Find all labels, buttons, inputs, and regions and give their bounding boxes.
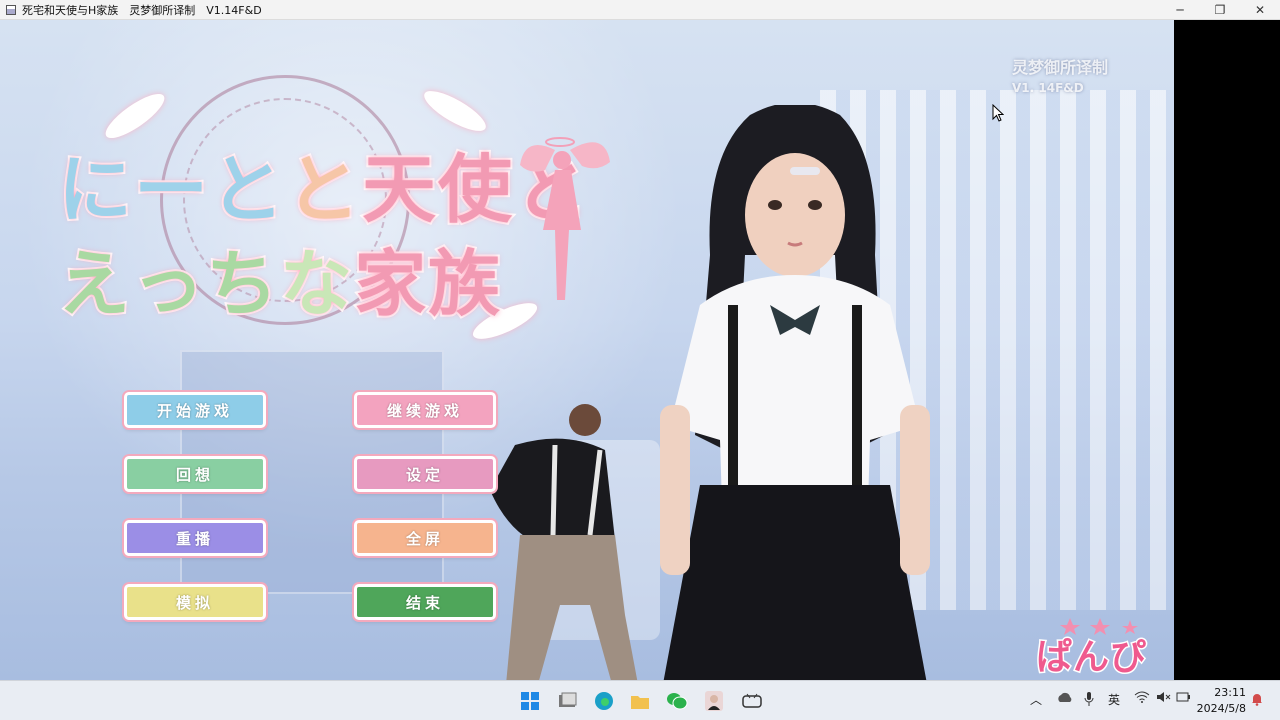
input-method-indicator[interactable]: 英: [1108, 691, 1120, 708]
folder-icon[interactable]: [628, 689, 652, 713]
clock-date: 2024/5/8: [1196, 702, 1246, 715]
window-titlebar: 死宅和天使与H家族 灵梦御所译制 V1.14F&D ─ ❐ ✕: [0, 0, 1280, 20]
game-window-icon[interactable]: [740, 689, 764, 713]
game-screen[interactable]: にーとと天使と えっちな家族 灵梦御所译制 V1. 14F&D: [0, 20, 1174, 680]
logo-char: ち: [204, 240, 281, 328]
wifi-icon[interactable]: [1134, 691, 1150, 706]
exit-button[interactable]: 结束: [354, 584, 496, 620]
window-controls: ─ ❐ ✕: [1160, 0, 1280, 20]
logo-char: 天使: [360, 145, 514, 235]
notification-bell-icon[interactable]: [1250, 692, 1264, 709]
app-icon: [6, 4, 16, 15]
settings-button[interactable]: 设定: [354, 456, 496, 492]
window-title: 死宅和天使与H家族 灵梦御所译制 V1.14F&D: [22, 3, 262, 17]
onedrive-cloud-icon[interactable]: [1056, 691, 1072, 706]
heroine-character: [660, 105, 930, 680]
taskbar-clock[interactable]: 23:11 2024/5/8: [1197, 685, 1246, 717]
translator-watermark: 灵梦御所译制 V1. 14F&D: [1012, 58, 1108, 98]
logo-char: と: [284, 145, 362, 235]
start-game-button[interactable]: 开始游戏: [124, 392, 266, 428]
logo-char: 家族: [352, 240, 503, 328]
version-label: V1. 14F&D: [1012, 81, 1084, 95]
close-button[interactable]: ✕: [1240, 0, 1280, 20]
recall-button[interactable]: 回想: [124, 456, 266, 492]
fullscreen-button[interactable]: 全屏: [354, 520, 496, 556]
developer-logo-text: ぱんぴ: [1034, 636, 1148, 680]
edge-browser-icon[interactable]: [592, 689, 616, 713]
logo-line-2: えっちな家族: [56, 225, 503, 330]
logo-char: ー: [132, 145, 210, 235]
logo-char: に: [56, 145, 134, 235]
minimize-button[interactable]: ─: [1160, 0, 1200, 20]
developer-logo: ぱんぴ: [1030, 616, 1158, 680]
file-explorer-icon[interactable]: [556, 689, 580, 713]
maximize-button[interactable]: ❐: [1200, 0, 1240, 20]
photo-app-icon[interactable]: [702, 689, 726, 713]
logo-char: な: [278, 240, 355, 328]
game-logo: にーとと天使と えっちな家族: [56, 130, 590, 330]
mouse-cursor-icon: [992, 104, 1004, 122]
logo-line-1: にーとと天使と: [56, 130, 590, 237]
extra-button[interactable]: 模拟: [124, 584, 266, 620]
letterbox-area: [1174, 20, 1280, 680]
wechat-icon[interactable]: [665, 689, 689, 713]
clock-time: 23:11: [1214, 686, 1246, 699]
microphone-icon[interactable]: [1084, 691, 1094, 710]
angel-silhouette-icon: [520, 137, 610, 300]
volume-muted-icon[interactable]: [1156, 691, 1172, 706]
battery-icon[interactable]: [1176, 691, 1190, 706]
windows-start-icon[interactable]: [518, 689, 542, 713]
continue-game-button[interactable]: 继续游戏: [354, 392, 496, 428]
taskbar: ︿ 英 23:11 2024/5/8: [0, 680, 1280, 720]
replay-button[interactable]: 重播: [124, 520, 266, 556]
tray-overflow-chevron[interactable]: ︿: [1030, 691, 1042, 708]
logo-char: っ: [130, 240, 207, 328]
logo-char: え: [56, 240, 133, 328]
logo-char: と: [208, 145, 286, 235]
translator-name: 灵梦御所译制: [1012, 58, 1109, 77]
